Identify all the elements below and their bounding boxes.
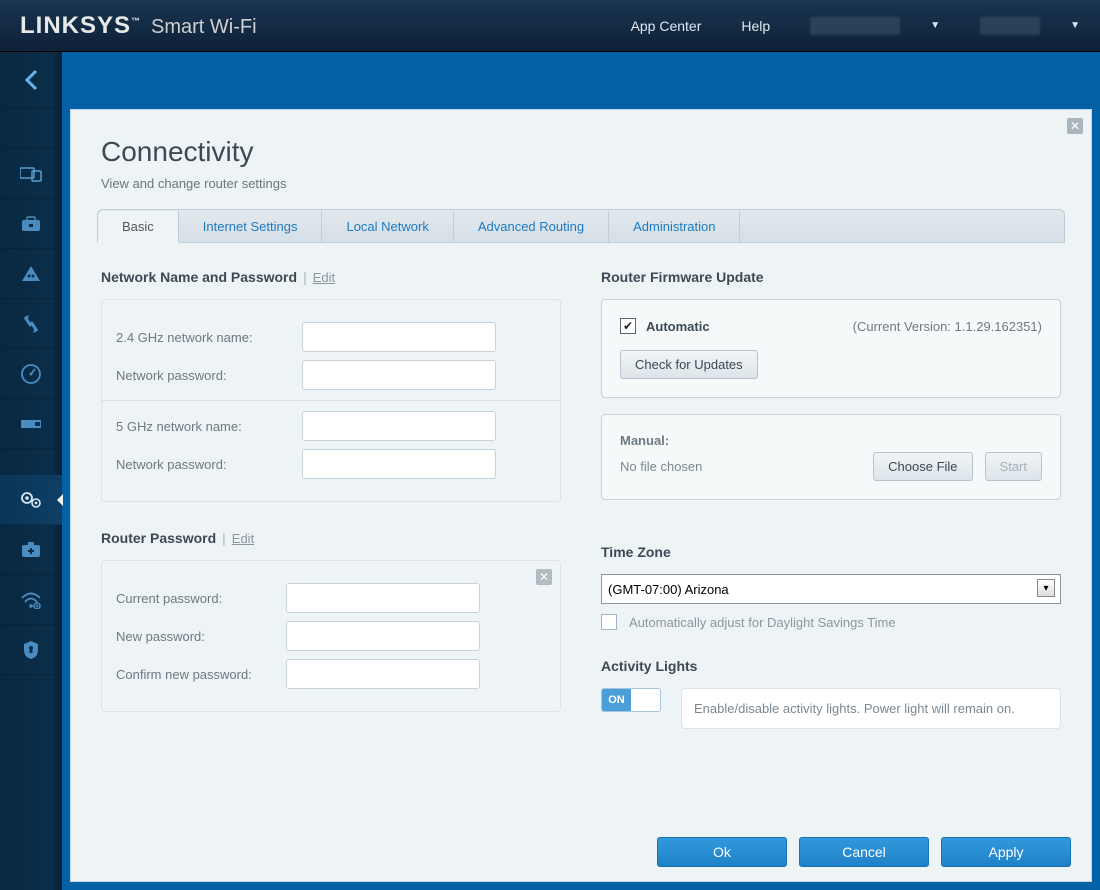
app-center-link[interactable]: App Center	[631, 18, 702, 34]
header-links: App Center Help ▼ ▼	[631, 17, 1080, 35]
medkit-icon	[21, 542, 41, 558]
activity-section-title: Activity Lights	[601, 658, 1061, 674]
sidebar-item-guest[interactable]	[0, 199, 62, 249]
sidebar-item-priority[interactable]	[0, 299, 62, 349]
toggle-on-label: ON	[602, 689, 631, 711]
automatic-checkbox[interactable]: ✔	[620, 318, 636, 334]
tabs: Basic Internet Settings Local Network Ad…	[97, 209, 1065, 243]
back-button[interactable]	[0, 52, 62, 109]
page-subtitle: View and change router settings	[101, 176, 1061, 191]
activity-toggle[interactable]: ON	[601, 688, 661, 712]
sidebar-item-connectivity[interactable]	[0, 475, 62, 525]
briefcase-icon	[21, 216, 41, 232]
chevron-down-icon: ▾	[1037, 579, 1055, 597]
sidebar-item-devices[interactable]	[0, 149, 62, 199]
devices-icon	[20, 166, 42, 182]
page-title: Connectivity	[101, 136, 1061, 168]
manual-label: Manual:	[620, 433, 1042, 448]
dst-checkbox[interactable]	[601, 614, 617, 630]
tab-local-network[interactable]: Local Network	[322, 211, 453, 243]
tab-administration[interactable]: Administration	[609, 211, 740, 243]
ghz24-pwd-input[interactable]	[302, 360, 496, 390]
network-section-title: Network Name and Password|Edit	[101, 269, 561, 285]
activity-description: Enable/disable activity lights. Power li…	[681, 688, 1061, 729]
header-dropdown-1[interactable]: ▼	[810, 17, 940, 35]
shield-icon	[22, 640, 40, 660]
main-area: ✕ Connectivity View and change router se…	[62, 52, 1100, 890]
parental-icon	[21, 265, 41, 283]
tab-advanced-routing[interactable]: Advanced Routing	[454, 211, 609, 243]
settings-panel: ✕ Connectivity View and change router se…	[70, 109, 1092, 882]
usb-icon	[20, 417, 42, 431]
close-icon[interactable]: ✕	[536, 569, 552, 585]
wifi-icon	[20, 591, 42, 609]
footer-buttons: Ok Cancel Apply	[657, 837, 1071, 867]
product-name: Smart Wi-Fi	[151, 16, 257, 39]
left-column: Network Name and Password|Edit 2.4 GHz n…	[101, 269, 561, 729]
chevron-down-icon: ▼	[930, 20, 940, 31]
brand-logo: LINKSYS™	[20, 12, 141, 40]
firmware-version: (Current Version: 1.1.29.162351)	[853, 319, 1042, 334]
ghz5-name-input[interactable]	[302, 411, 496, 441]
apply-button[interactable]: Apply	[941, 837, 1071, 867]
firmware-manual-box: Manual: No file chosen Choose File Start	[601, 414, 1061, 500]
gear-icon	[20, 491, 42, 509]
confirm-password-input[interactable]	[286, 659, 480, 689]
close-icon[interactable]: ✕	[1067, 118, 1083, 134]
no-file-text: No file chosen	[620, 459, 861, 474]
dst-label: Automatically adjust for Daylight Saving…	[629, 615, 896, 630]
right-column: Router Firmware Update ✔ Automatic (Curr…	[601, 269, 1061, 729]
new-pwd-label: New password:	[116, 629, 286, 644]
edit-network-link[interactable]: Edit	[313, 270, 335, 285]
firmware-section-title: Router Firmware Update	[601, 269, 1061, 285]
firmware-auto-box: ✔ Automatic (Current Version: 1.1.29.162…	[601, 299, 1061, 398]
sidebar-item-blank[interactable]	[0, 109, 62, 149]
edit-router-pwd-link[interactable]: Edit	[232, 531, 254, 546]
timezone-section-title: Time Zone	[601, 544, 1061, 560]
ghz24-pwd-label: Network password:	[116, 368, 302, 383]
ghz5-pwd-input[interactable]	[302, 449, 496, 479]
priority-icon	[21, 314, 41, 334]
current-password-input[interactable]	[286, 583, 480, 613]
sidebar-item-usb[interactable]	[0, 399, 62, 449]
brand: LINKSYS™ Smart Wi-Fi	[20, 12, 257, 40]
ok-button[interactable]: Ok	[657, 837, 787, 867]
chevron-down-icon: ▼	[1070, 20, 1080, 31]
app-header: LINKSYS™ Smart Wi-Fi App Center Help ▼ ▼	[0, 0, 1100, 52]
sidebar-item-speed[interactable]	[0, 349, 62, 399]
tab-internet[interactable]: Internet Settings	[179, 211, 323, 243]
help-link[interactable]: Help	[741, 18, 770, 34]
sidebar-item-parental[interactable]	[0, 249, 62, 299]
router-pwd-section-title: Router Password|Edit	[101, 530, 561, 546]
cancel-button[interactable]: Cancel	[799, 837, 929, 867]
check-updates-button[interactable]: Check for Updates	[620, 350, 758, 379]
current-pwd-label: Current password:	[116, 591, 286, 606]
automatic-label: Automatic	[646, 319, 710, 334]
choose-file-button[interactable]: Choose File	[873, 452, 972, 481]
gauge-icon	[20, 363, 42, 385]
ghz24-name-input[interactable]	[302, 322, 496, 352]
network-box: 2.4 GHz network name: Network password: …	[101, 299, 561, 502]
ghz5-pwd-label: Network password:	[116, 457, 302, 472]
router-pwd-box: ✕ Current password: New password: Confir…	[101, 560, 561, 712]
sidebar-item-wireless[interactable]	[0, 575, 62, 625]
start-button[interactable]: Start	[985, 452, 1042, 481]
timezone-select[interactable]	[601, 574, 1061, 604]
tab-basic[interactable]: Basic	[98, 211, 179, 243]
ghz5-name-label: 5 GHz network name:	[116, 419, 302, 434]
sidebar	[0, 52, 62, 890]
sidebar-item-troubleshoot[interactable]	[0, 525, 62, 575]
ghz24-name-label: 2.4 GHz network name:	[116, 330, 302, 345]
new-password-input[interactable]	[286, 621, 480, 651]
sidebar-item-security[interactable]	[0, 625, 62, 675]
confirm-pwd-label: Confirm new password:	[116, 667, 286, 682]
header-dropdown-2[interactable]: ▼	[980, 17, 1080, 35]
